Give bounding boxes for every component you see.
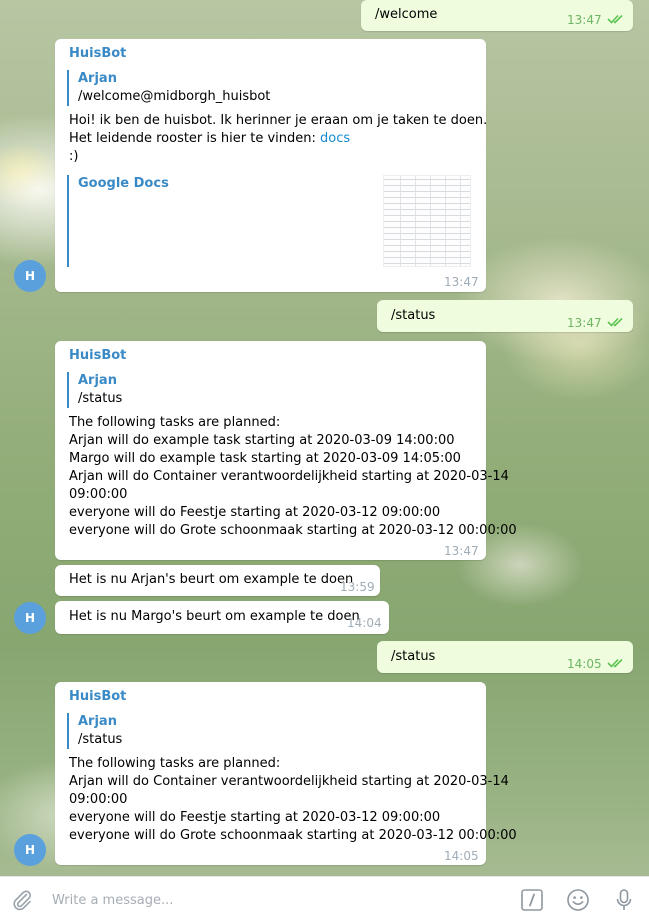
outgoing-message[interactable]: /status 14:05 <box>377 641 633 673</box>
docs-link[interactable]: docs <box>320 131 350 146</box>
message-text: Arjan will do Container verantwoordelijk… <box>69 774 509 789</box>
message-input[interactable] <box>52 889 492 911</box>
sender-name[interactable]: HuisBot <box>69 347 126 365</box>
message-time: 13:47 <box>444 544 479 558</box>
reply-text: /status <box>78 391 123 406</box>
sender-name[interactable]: HuisBot <box>69 688 126 706</box>
double-check-icon <box>607 14 623 24</box>
message-text: Margo will do example task starting at 2… <box>69 451 461 466</box>
message-text: Het is nu Margo's beurt om example te do… <box>69 609 360 624</box>
link-preview[interactable]: Google Docs <box>67 175 471 267</box>
message-composer <box>0 876 649 922</box>
message-time: 13:47 <box>567 316 602 330</box>
message-time: 14:04 <box>347 616 382 630</box>
incoming-message[interactable]: Het is nu Arjan's beurt om example te do… <box>55 565 380 596</box>
message-time: 14:05 <box>567 657 602 671</box>
message-text: /status <box>391 649 436 664</box>
message-text: 09:00:00 <box>69 792 128 807</box>
outgoing-message[interactable]: /status 13:47 <box>377 300 633 332</box>
reply-text: /welcome@midborgh_huisbot <box>78 89 271 104</box>
double-check-icon <box>607 658 623 668</box>
link-preview-thumbnail[interactable] <box>383 175 471 267</box>
smile-icon[interactable] <box>566 888 590 912</box>
incoming-message[interactable]: HuisBot Arjan /status The following task… <box>55 341 517 560</box>
message-text: /status <box>391 308 436 323</box>
microphone-icon[interactable] <box>612 888 636 912</box>
message-text-prefix: Het leidende rooster is hier te vinden: <box>69 131 321 146</box>
message-text: :) <box>69 149 79 164</box>
message-text: Hoi! ik ben de huisbot. Ik herinner je e… <box>69 113 488 128</box>
message-text: 09:00:00 <box>69 487 128 502</box>
message-text: The following tasks are planned: <box>69 415 281 430</box>
paperclip-icon[interactable] <box>10 888 34 912</box>
reply-quote[interactable]: Arjan /status <box>67 713 367 749</box>
reply-author: Arjan <box>78 714 117 729</box>
avatar[interactable]: H <box>14 834 46 866</box>
avatar[interactable]: H <box>14 602 46 634</box>
message-text: /welcome <box>375 7 438 22</box>
message-text: Het leidende rooster is hier te vinden: … <box>69 130 350 148</box>
reply-quote[interactable]: Arjan /welcome@midborgh_huisbot <box>67 70 367 106</box>
message-text: everyone will do Grote schoonmaak starti… <box>69 828 517 843</box>
incoming-message[interactable]: Het is nu Margo's beurt om example te do… <box>55 601 389 634</box>
reply-text: /status <box>78 732 123 747</box>
incoming-message[interactable]: HuisBot Arjan /welcome@midborgh_huisbot … <box>55 39 488 292</box>
message-time: 13:59 <box>340 580 375 594</box>
slash-command-icon[interactable] <box>520 888 544 912</box>
message-text: everyone will do Feestje starting at 202… <box>69 810 441 825</box>
link-preview-title: Google Docs <box>78 176 169 191</box>
reply-author: Arjan <box>78 71 117 86</box>
message-time: 13:47 <box>567 13 602 27</box>
reply-author: Arjan <box>78 373 117 388</box>
message-text: Het is nu Arjan's beurt om example te do… <box>69 572 354 587</box>
message-time: 14:05 <box>444 849 479 863</box>
chat-history[interactable]: /welcome 13:47 HuisBot Arjan /welcome@mi… <box>0 0 649 876</box>
message-text: everyone will do Grote schoonmaak starti… <box>69 523 517 538</box>
double-check-icon <box>607 317 623 327</box>
message-text: The following tasks are planned: <box>69 756 281 771</box>
message-text: everyone will do Feestje starting at 202… <box>69 505 441 520</box>
message-text: Arjan will do Container verantwoordelijk… <box>69 469 509 484</box>
outgoing-message[interactable]: /welcome 13:47 <box>361 0 633 31</box>
message-time: 13:47 <box>444 275 479 289</box>
reply-quote[interactable]: Arjan /status <box>67 372 367 408</box>
sender-name[interactable]: HuisBot <box>69 45 126 63</box>
avatar[interactable]: H <box>14 260 46 292</box>
incoming-message[interactable]: HuisBot Arjan /status The following task… <box>55 682 517 865</box>
message-text: Arjan will do example task starting at 2… <box>69 433 455 448</box>
